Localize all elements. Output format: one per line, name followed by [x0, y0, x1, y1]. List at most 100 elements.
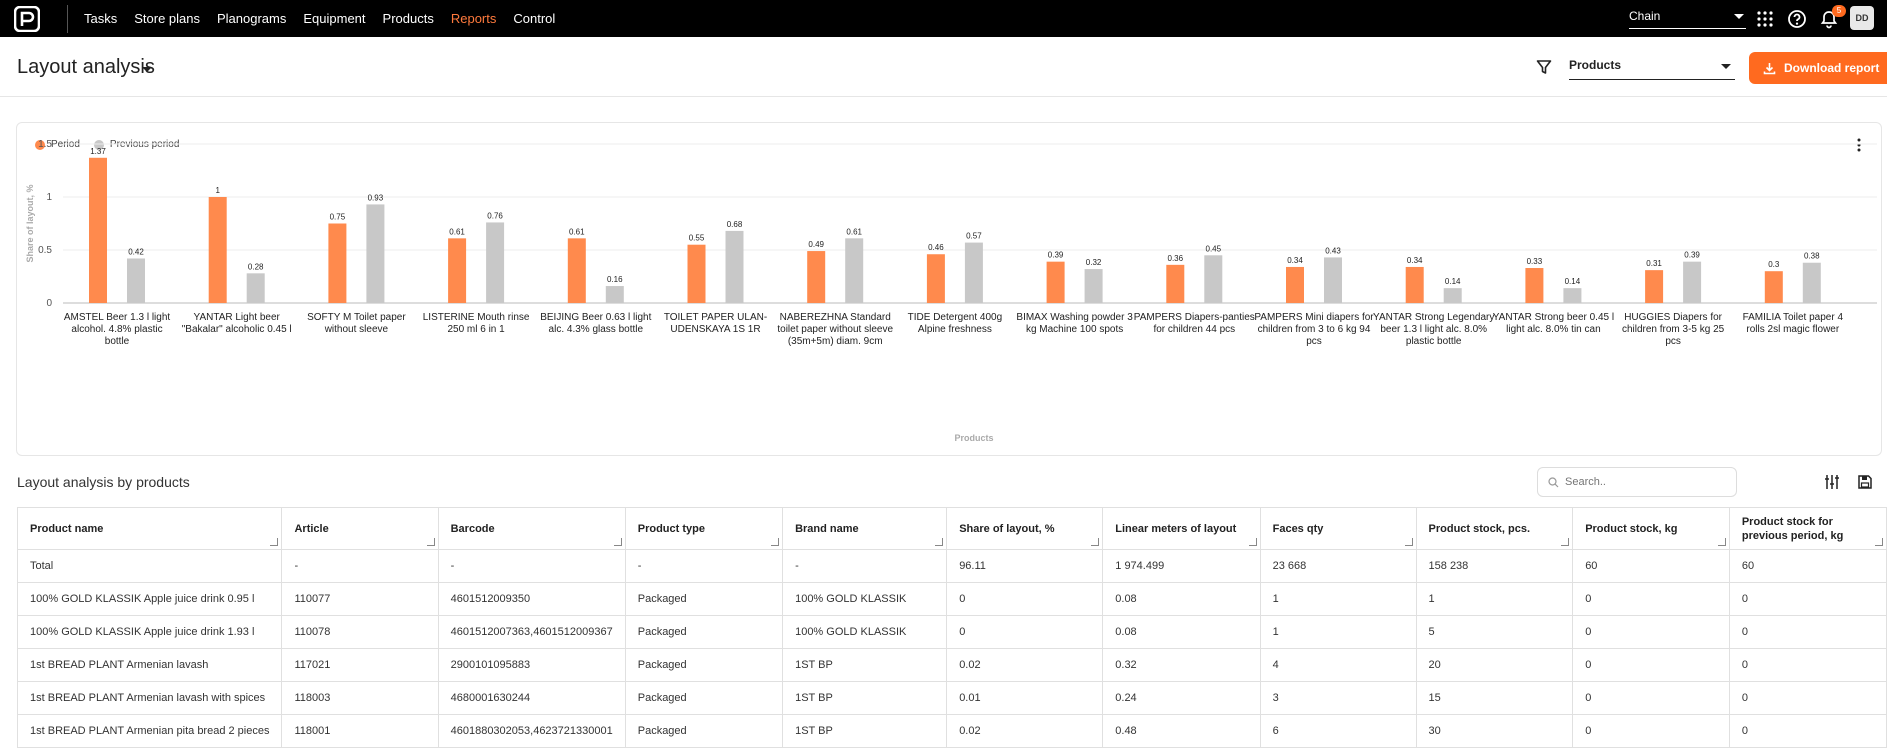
nav-item-products[interactable]: Products — [383, 11, 434, 26]
table-row[interactable]: 100% GOLD KLASSIK Apple juice drink 1.93… — [16, 615, 1887, 649]
bar-value-label: 0.49 — [808, 240, 824, 249]
table-cell: 0 — [1572, 681, 1730, 715]
bar-value-label: 0.42 — [128, 247, 144, 256]
help-icon[interactable] — [1787, 9, 1807, 29]
table-cell: 0 — [1572, 714, 1730, 748]
nav-item-store-plans[interactable]: Store plans — [134, 11, 200, 26]
column-header[interactable]: Barcode — [437, 507, 626, 550]
chain-select[interactable]: Chain — [1629, 9, 1746, 29]
nav-item-planograms[interactable]: Planograms — [217, 11, 286, 26]
bar-value-label: 0.43 — [1325, 246, 1341, 255]
avatar[interactable]: DD — [1850, 6, 1874, 30]
bar-period — [687, 244, 706, 303]
table-cell: 3 — [1259, 681, 1417, 715]
column-settings-icon[interactable] — [1824, 474, 1840, 490]
table-row[interactable]: 1st BREAD PLANT Armenian pita bread 2 pi… — [16, 714, 1887, 748]
table-row[interactable]: 1st BREAD PLANT Armenian lavash with spi… — [16, 681, 1887, 715]
bar-value-label: 0.34 — [1287, 256, 1303, 265]
table-row[interactable]: 1st BREAD PLANT Armenian lavash 117021 290… — [16, 648, 1887, 682]
x-tick-label: PAMPERS Mini diapers for — [1254, 312, 1374, 323]
x-tick-label: rolls 2sl magic flower — [1746, 324, 1839, 335]
x-tick-label: "Bakalar" alcoholic 0.45 l — [182, 324, 292, 335]
column-header[interactable]: Share of layout, % — [946, 507, 1104, 550]
nav-item-control[interactable]: Control — [513, 11, 555, 26]
table-cell: 0.08 — [1102, 582, 1261, 616]
page-header: Layout analysis Products Download report — [0, 37, 1887, 97]
chain-select-value: Chain — [1629, 9, 1661, 23]
column-header[interactable]: Product name — [16, 507, 283, 550]
column-header[interactable]: Product type — [624, 507, 784, 550]
x-tick-label: toilet paper without sleeve — [777, 324, 893, 335]
save-icon[interactable] — [1857, 474, 1873, 490]
table-cell: 0 — [946, 582, 1104, 616]
table-cell: Packaged — [624, 582, 784, 616]
table-cell: 100% GOLD KLASSIK Apple juice drink 0.95… — [16, 582, 283, 616]
table-cell: - — [782, 549, 948, 583]
bar-period — [1525, 268, 1544, 303]
table-cell: 1 — [1259, 582, 1417, 616]
table-row[interactable]: 100% GOLD KLASSIK Apple juice drink 0.95… — [16, 582, 1887, 616]
x-tick-label: bottle — [105, 336, 130, 347]
bar-previous-period — [1563, 288, 1582, 303]
table-cell: 0 — [1572, 648, 1730, 682]
bar-value-label: 0.76 — [487, 211, 503, 220]
search-input[interactable] — [1565, 476, 1725, 488]
x-tick-label: 250 ml 6 in 1 — [447, 324, 505, 335]
bar-value-label: 0.32 — [1086, 258, 1102, 267]
table-cell: Total — [16, 549, 283, 583]
column-header[interactable]: Product stock, kg — [1572, 507, 1730, 550]
bar-previous-period — [1443, 288, 1462, 303]
column-header[interactable]: Faces qty — [1259, 507, 1417, 550]
bar-value-label: 0.61 — [569, 227, 585, 236]
table-cell: 0 — [1572, 582, 1730, 616]
download-icon — [1763, 62, 1776, 74]
search-box[interactable] — [1537, 467, 1737, 497]
download-report-button[interactable]: Download report — [1749, 52, 1887, 84]
x-tick-label: YANTAR Strong Legendary — [1373, 312, 1494, 323]
bar-period — [208, 197, 227, 303]
table-cell: 1ST BP — [782, 681, 948, 715]
column-header[interactable]: Linear meters of layout — [1102, 507, 1261, 550]
chart-card: Period Previous period 1.5 1 0.5 0 Share of … — [16, 122, 1882, 456]
total-row[interactable]: Total - - - -96.11 1 974.499 23 668 158 238 60 60 — [16, 549, 1887, 583]
nav-item-tasks[interactable]: Tasks — [84, 11, 117, 26]
x-axis-label: Products — [954, 433, 993, 443]
column-header[interactable]: Product stock, pcs. — [1415, 507, 1574, 550]
column-header[interactable]: Product stock for previous period, kg — [1728, 507, 1887, 550]
column-header[interactable]: Article — [281, 507, 439, 550]
chevron-down-icon — [1721, 64, 1731, 69]
table-cell: 0.01 — [946, 681, 1104, 715]
apps-grid-icon[interactable] — [1755, 9, 1775, 29]
x-tick-label: (35m+5m) diam. 9cm — [788, 336, 883, 347]
download-report-label: Download report — [1784, 61, 1880, 75]
x-tick-label: BEIJING Beer 0.63 l light — [540, 312, 651, 323]
title-chevron-down-icon[interactable] — [142, 67, 152, 72]
table-cell: 4601512007363,4601512009367 — [437, 615, 626, 649]
x-tick-label: AMSTEL Beer 1.3 l light — [64, 312, 171, 323]
table-cell: 4 — [1259, 648, 1417, 682]
x-tick-label: PAMPERS Diapers-panties — [1134, 312, 1255, 323]
page-title[interactable]: Layout analysis — [17, 56, 155, 79]
bar-previous-period — [1683, 261, 1702, 303]
bar-value-label: 0.16 — [607, 275, 623, 284]
x-tick-label: without sleeve — [324, 324, 389, 335]
table-cell: 0 — [1728, 681, 1887, 715]
top-nav-bar: Tasks Store plans Planograms Equipment Produ… — [0, 0, 1887, 37]
bar-period — [1166, 264, 1185, 303]
table-cell: 60 — [1728, 549, 1887, 583]
table-cell: 100% GOLD KLASSIK — [782, 582, 948, 616]
products-select[interactable]: Products — [1569, 58, 1735, 80]
column-header[interactable]: Brand name — [782, 507, 948, 550]
bar-value-label: 0.14 — [1445, 277, 1461, 286]
table-cell: 0 — [946, 615, 1104, 649]
nav-divider — [67, 5, 68, 33]
nav-item-equipment[interactable]: Equipment — [303, 11, 365, 26]
nav-item-reports[interactable]: Reports — [451, 11, 497, 26]
bar-value-label: 0.57 — [966, 232, 982, 241]
app-logo-icon[interactable] — [14, 6, 40, 32]
bar-value-label: 0.45 — [1206, 244, 1222, 253]
filter-icon[interactable] — [1536, 59, 1552, 75]
bar-period — [1046, 261, 1065, 303]
table-cell: 0.08 — [1102, 615, 1261, 649]
table-cell: 110077 — [281, 582, 439, 616]
